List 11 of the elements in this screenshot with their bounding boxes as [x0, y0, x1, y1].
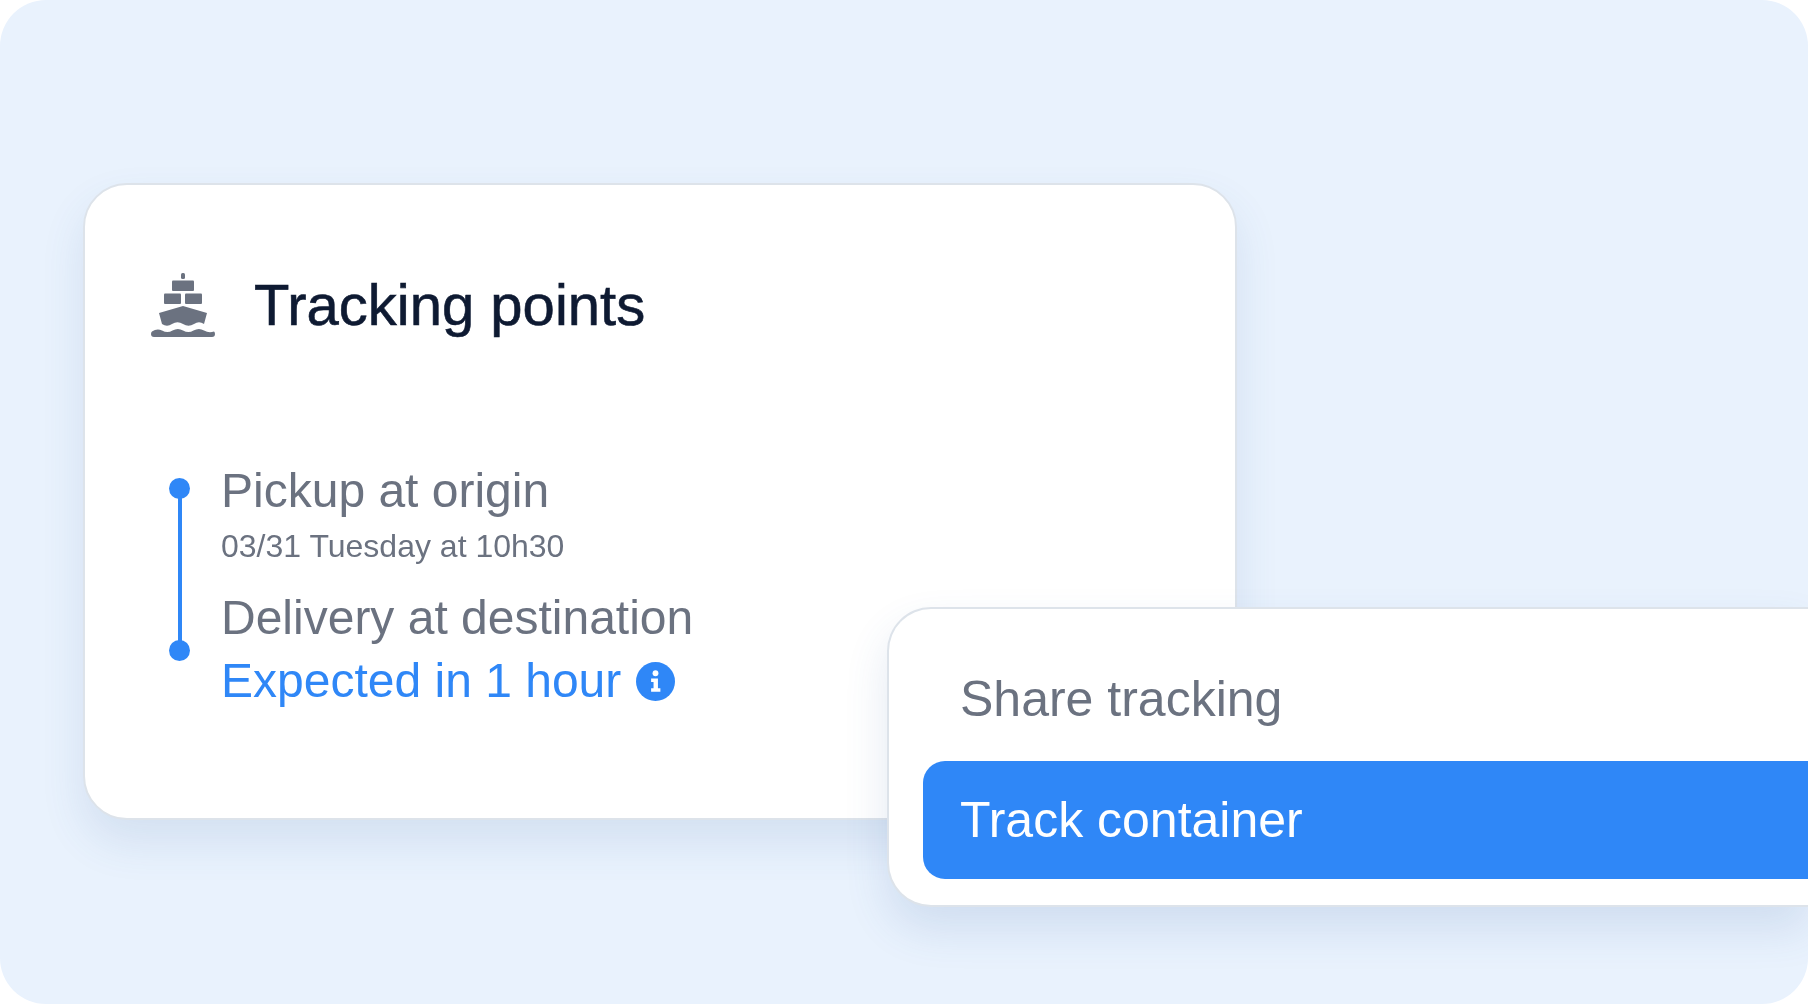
card-title: Tracking points — [254, 273, 646, 337]
eta-text: Expected in 1 hour — [221, 653, 622, 709]
point-time: 03/31 Tuesday at 10h30 — [221, 527, 566, 566]
point-label: Delivery at destination — [221, 590, 694, 646]
timeline-dot-icon — [169, 478, 190, 499]
info-icon[interactable] — [636, 661, 676, 701]
menu-item[interactable]: Track container — [923, 761, 1808, 879]
timeline-dot-icon — [169, 640, 190, 661]
menu-item[interactable]: Share tracking — [923, 640, 1808, 758]
ship-icon — [151, 273, 215, 337]
point-label: Pickup at origin — [221, 463, 551, 519]
